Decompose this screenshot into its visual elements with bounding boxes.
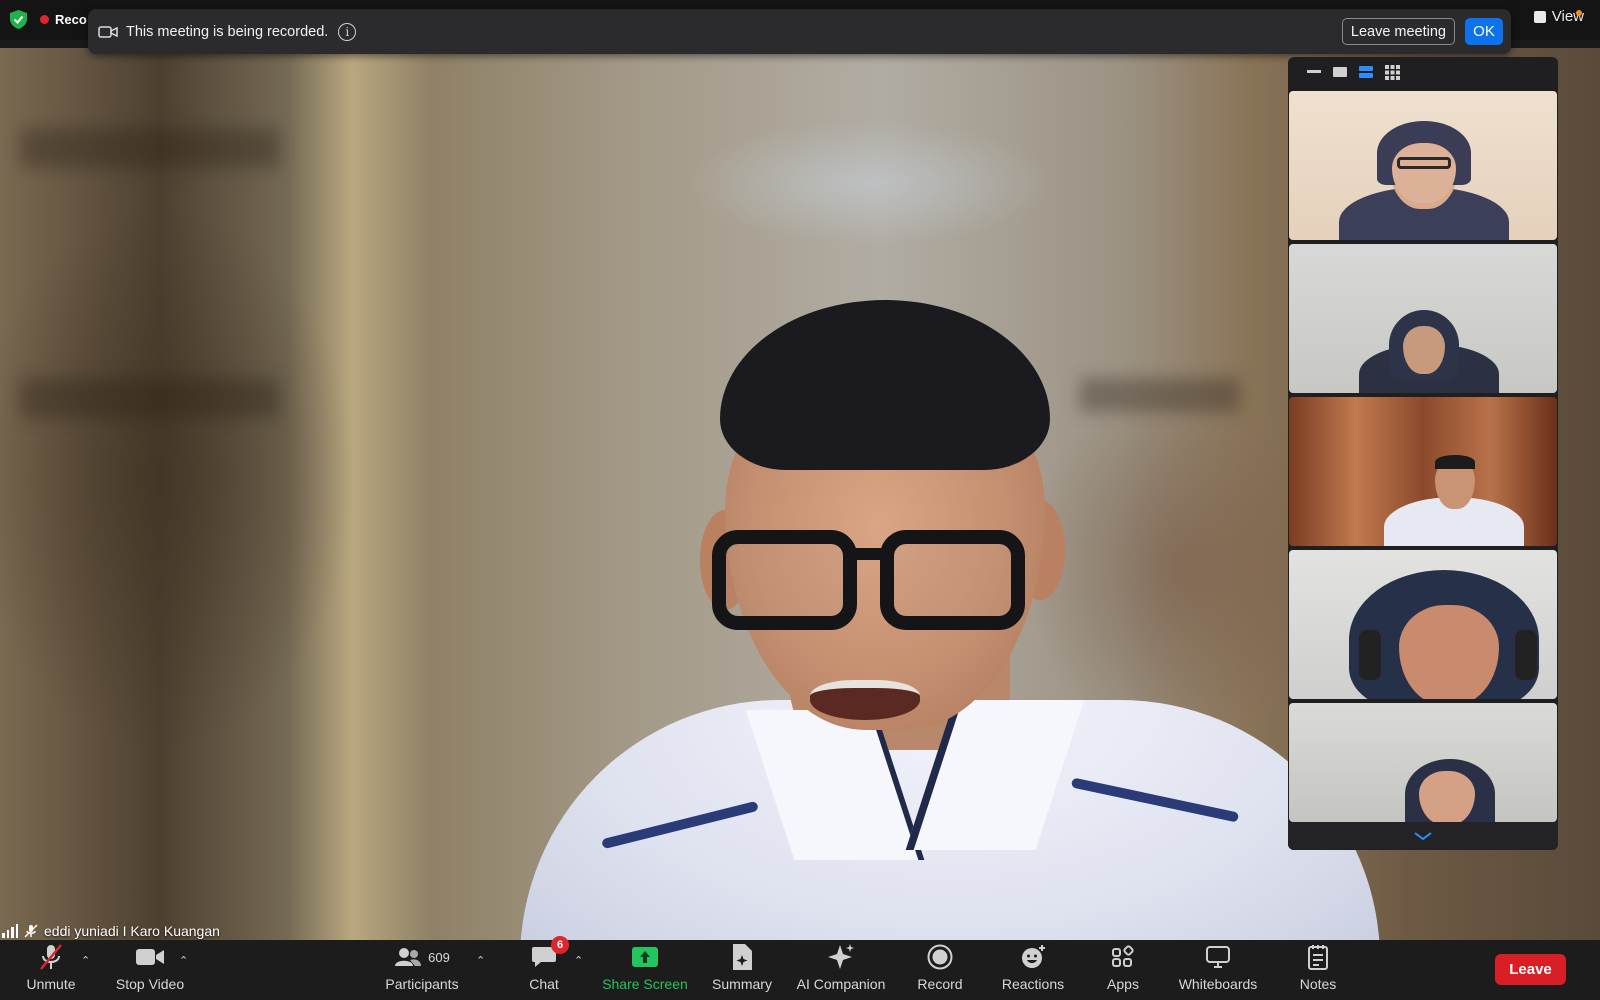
record-icon [927,940,953,974]
recording-dot-icon [40,14,49,24]
share-screen-button[interactable]: Share Screen [601,940,689,1000]
leave-button[interactable]: Leave [1495,954,1566,985]
share-screen-label: Share Screen [602,976,688,992]
chat-options-caret-icon[interactable]: ⌃ [574,954,583,967]
apps-button[interactable]: Apps [1105,940,1141,1000]
participant-tile[interactable] [1289,91,1557,240]
view-icon [1533,10,1546,23]
signal-strength-icon [2,924,18,938]
unmute-button[interactable]: Unmute [20,940,82,1000]
video-options-caret-icon[interactable]: ⌃ [179,954,188,967]
reactions-smiley-icon [1020,940,1046,974]
notification-dot [1576,10,1582,16]
apps-label: Apps [1107,976,1139,992]
shield-icon[interactable] [10,10,27,29]
muted-mic-icon [36,940,66,974]
recording-label: Reco [55,11,87,27]
participants-count: 609 [428,949,450,965]
ai-companion-sparkle-icon [827,940,855,974]
unmute-label: Unmute [26,976,76,992]
summary-label: Summary [712,976,772,992]
strip-icon[interactable] [1358,65,1374,79]
summary-button[interactable]: Summary [711,940,773,1000]
zoom-meeting-window: Reco View This meeting is being recorded… [0,0,1600,1000]
speaker-name-label: eddi yuniadi I Karo Kuangan [2,920,220,942]
participant-tile[interactable] [1289,550,1557,699]
gallery-scroll-footer[interactable] [1288,822,1558,850]
chat-icon: 6 [531,936,569,974]
whiteboard-icon [1205,940,1231,974]
muted-mic-icon [24,924,38,938]
reactions-label: Reactions [1001,976,1065,992]
chat-unread-badge: 6 [551,936,569,954]
participants-button[interactable]: 609 Participants [383,940,461,1000]
chat-button[interactable]: 6 Chat [526,936,569,1000]
notes-button[interactable]: Notes [1297,940,1339,1000]
recording-notice-banner: This meeting is being recorded. i Leave … [88,9,1511,54]
stop-video-label: Stop Video [115,976,185,992]
speaker-name: eddi yuniadi I Karo Kuangan [44,923,220,939]
reactions-button[interactable]: Reactions [1001,940,1065,1000]
ok-button[interactable]: OK [1465,18,1503,45]
share-screen-icon [631,940,659,974]
stop-video-button[interactable]: Stop Video [113,940,187,1000]
ai-companion-label: AI Companion [796,976,886,992]
video-camera-icon [98,25,118,38]
video-camera-icon [135,940,165,974]
view-button[interactable]: View [1533,8,1584,25]
chat-label: Chat [529,976,559,992]
recording-notice-text: This meeting is being recorded. [126,23,329,40]
record-label: Record [917,976,963,992]
background-shelf [1080,378,1240,412]
chevron-down-icon[interactable] [1413,831,1433,841]
participant-gallery-strip [1288,57,1558,850]
background-shelf [20,128,280,168]
recording-indicator[interactable]: Reco [40,8,87,30]
gallery-layout-toolbar [1306,64,1400,80]
speaker-icon[interactable] [1332,65,1348,79]
summary-icon [730,940,754,974]
notes-label: Notes [1299,976,1337,992]
audio-options-caret-icon[interactable]: ⌃ [81,954,90,967]
participant-tile[interactable] [1289,703,1557,822]
participants-label: Participants [385,976,459,992]
participants-options-caret-icon[interactable]: ⌃ [476,954,485,967]
info-icon[interactable]: i [338,22,357,41]
leave-meeting-button[interactable]: Leave meeting [1341,18,1455,45]
meeting-controls-toolbar: Unmute ⌃ Stop Video ⌃ 609 Participants ⌃… [0,936,1600,1000]
participant-tile[interactable] [1289,244,1557,393]
apps-icon [1111,940,1135,974]
ai-companion-button[interactable]: AI Companion [796,940,886,1000]
notes-icon [1307,940,1329,974]
hide-self-icon[interactable] [1306,65,1322,79]
grid-icon[interactable] [1384,64,1400,80]
whiteboards-label: Whiteboards [1178,976,1258,992]
background-shelf [20,378,280,418]
participant-tile[interactable] [1289,397,1557,546]
record-button[interactable]: Record [915,940,965,1000]
whiteboards-button[interactable]: Whiteboards [1175,940,1261,1000]
participants-icon: 609 [394,940,450,974]
